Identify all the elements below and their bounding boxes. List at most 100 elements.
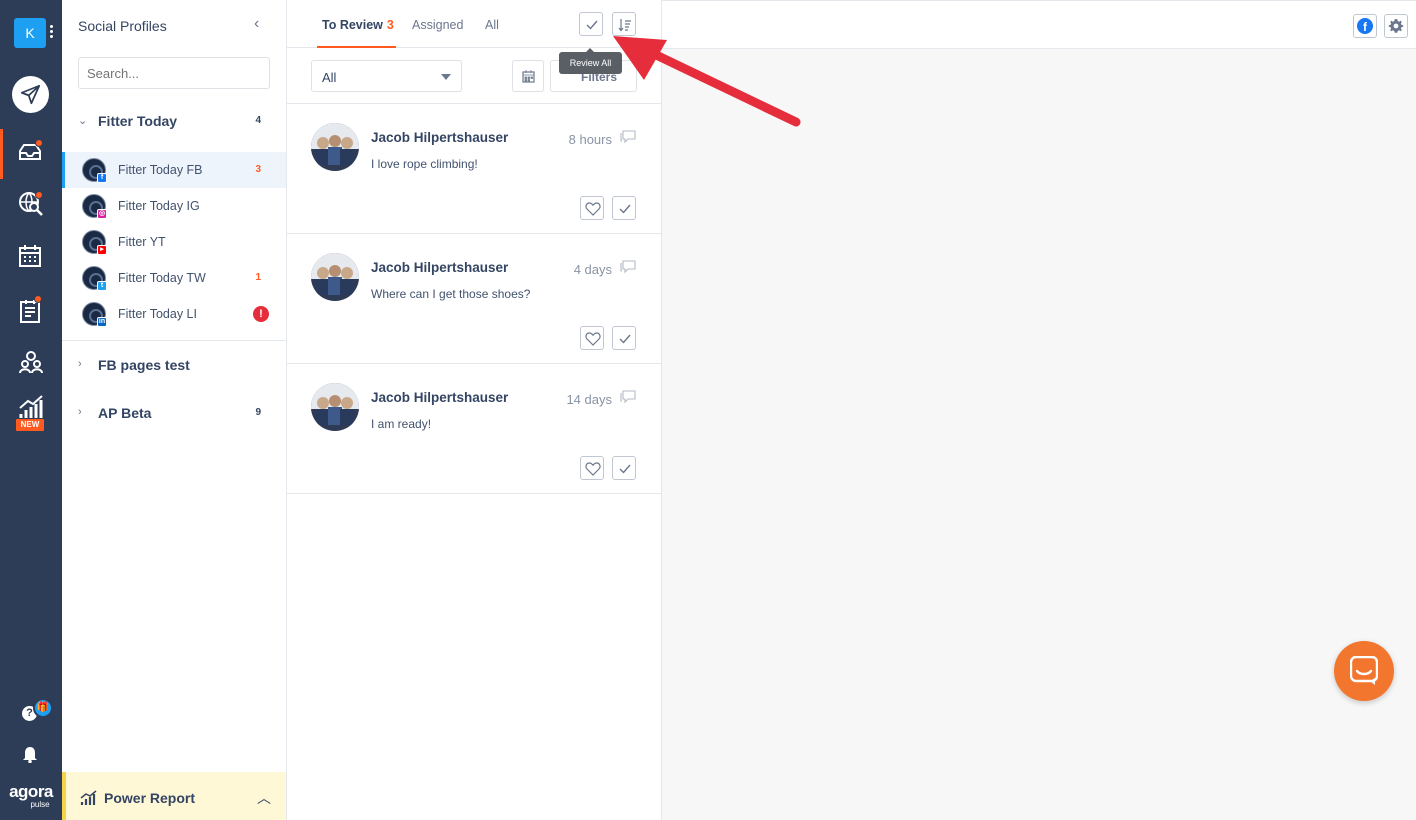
like-button[interactable] — [580, 326, 604, 350]
message-text: I am ready! — [371, 417, 432, 431]
gear-icon — [1388, 19, 1404, 33]
calendar-icon — [19, 245, 41, 267]
new-badge: NEW — [16, 419, 44, 431]
tab-assigned[interactable]: Assigned — [412, 18, 463, 32]
comment-icon — [620, 390, 636, 404]
review-button[interactable] — [612, 196, 636, 220]
gift-icon[interactable]: 🎁 — [33, 698, 53, 718]
profile-fitter-today-fb[interactable]: f Fitter Today FB 3 — [62, 152, 286, 188]
date-filter-button[interactable] — [512, 60, 544, 92]
nav-team[interactable] — [0, 341, 62, 381]
collapse-panel-icon[interactable]: ‹ — [254, 15, 259, 33]
facebook-icon: f — [1357, 18, 1373, 34]
message-text: Where can I get those shoes? — [371, 287, 531, 301]
heart-icon — [585, 202, 601, 216]
facebook-icon: f — [97, 173, 107, 183]
planner-notification-dot — [34, 295, 42, 303]
author-name[interactable]: Jacob Hilpertshauser — [371, 260, 508, 275]
chat-icon — [1350, 656, 1378, 685]
review-button[interactable] — [612, 326, 636, 350]
timestamp: 8 hours — [568, 132, 612, 147]
bell-icon[interactable] — [22, 745, 38, 763]
calendar-icon — [522, 70, 535, 83]
nav-inbox[interactable] — [0, 129, 62, 179]
detail-pane: f — [662, 0, 1416, 820]
sort-icon — [618, 19, 631, 32]
profile-name: Fitter YT — [118, 235, 166, 249]
timestamp: 14 days — [566, 392, 612, 407]
list-item[interactable]: Jacob Hilpertshauser 14 days I am ready! — [287, 364, 661, 494]
agorapulse-logo: agora pulse — [9, 782, 53, 809]
group-fitter-today[interactable]: ⌄ Fitter Today 4 — [62, 110, 286, 134]
author-avatar — [311, 383, 359, 431]
group-name: AP Beta — [98, 405, 152, 421]
list-item[interactable]: Jacob Hilpertshauser 4 days Where can I … — [287, 234, 661, 364]
profile-fitter-today-li[interactable]: in Fitter Today LI ! — [62, 296, 286, 332]
group-ap-beta[interactable]: › AP Beta 9 — [62, 402, 286, 426]
profile-fitter-today-tw[interactable]: t Fitter Today TW 1 — [62, 260, 286, 296]
account-menu-icon[interactable] — [50, 25, 54, 41]
chevron-up-icon: ︿ — [257, 790, 271, 806]
check-icon — [619, 204, 631, 214]
like-button[interactable] — [580, 456, 604, 480]
tab-all[interactable]: All — [485, 18, 499, 32]
nav-calendar[interactable] — [0, 236, 62, 276]
instagram-icon: ◎ — [97, 209, 107, 219]
nav-listening[interactable] — [0, 183, 62, 223]
detail-toolbar: f — [662, 0, 1416, 49]
left-rail: K NEW ? 🎁 agora pulse — [0, 0, 62, 820]
team-icon — [19, 351, 43, 374]
group-count: 9 — [255, 407, 261, 418]
error-icon[interactable]: ! — [253, 306, 269, 322]
paper-plane-icon — [20, 84, 41, 105]
heart-icon — [585, 462, 601, 476]
power-report-bar[interactable]: Power Report ︿ — [62, 772, 286, 820]
group-fb-pages-test[interactable]: › FB pages test — [62, 354, 286, 378]
linkedin-icon: in — [97, 317, 107, 327]
inbox-notification-dot — [35, 139, 43, 147]
review-button[interactable] — [612, 456, 636, 480]
group-name: Fitter Today — [98, 113, 178, 129]
sort-button[interactable] — [612, 12, 636, 36]
reports-icon — [19, 395, 43, 418]
profile-search-input[interactable] — [78, 57, 270, 89]
profile-name: Fitter Today TW — [118, 271, 206, 285]
tab-count: 3 — [386, 18, 394, 32]
author-name[interactable]: Jacob Hilpertshauser — [371, 130, 508, 145]
profile-fitter-today-ig[interactable]: ◎ Fitter Today IG — [62, 188, 286, 224]
inbox-column: To Review 3 Assigned All All Filters Revi… — [287, 0, 662, 820]
check-icon — [619, 334, 631, 344]
type-filter-select[interactable]: All — [311, 60, 462, 92]
account-avatar[interactable]: K — [14, 18, 46, 48]
profile-count: 1 — [255, 272, 261, 283]
author-avatar — [311, 253, 359, 301]
nav-planner[interactable] — [0, 290, 62, 330]
list-item[interactable]: Jacob Hilpertshauser 8 hours I love rope… — [287, 104, 661, 234]
author-name[interactable]: Jacob Hilpertshauser — [371, 390, 508, 405]
review-all-tooltip: Review All — [559, 48, 622, 74]
settings-button[interactable] — [1384, 14, 1408, 38]
check-icon — [619, 464, 631, 474]
power-report-label: Power Report — [104, 790, 196, 806]
power-report-icon — [80, 790, 97, 805]
youtube-icon: ▸ — [97, 245, 107, 255]
panel-title: Social Profiles — [78, 18, 167, 34]
like-button[interactable] — [580, 196, 604, 220]
chat-support-button[interactable] — [1334, 641, 1394, 701]
comment-icon — [620, 260, 636, 274]
tab-to-review[interactable]: To Review 3 — [322, 18, 394, 32]
social-profiles-panel: Social Profiles ‹ ⌄ Fitter Today 4 f Fit… — [62, 0, 287, 820]
review-all-button[interactable] — [579, 12, 603, 36]
profile-fitter-yt[interactable]: ▸ Fitter YT — [62, 224, 286, 260]
heart-icon — [585, 332, 601, 346]
timestamp: 4 days — [573, 262, 612, 277]
chevron-right-icon: › — [78, 406, 82, 418]
listening-notification-dot — [35, 191, 43, 199]
inbox-tabs: To Review 3 Assigned All — [287, 0, 661, 48]
publish-button[interactable] — [12, 76, 49, 113]
message-text: I love rope climbing! — [371, 157, 478, 171]
group-name: FB pages test — [98, 357, 190, 373]
comment-icon — [620, 130, 636, 144]
check-icon — [586, 20, 598, 30]
facebook-page-button[interactable]: f — [1353, 14, 1377, 38]
